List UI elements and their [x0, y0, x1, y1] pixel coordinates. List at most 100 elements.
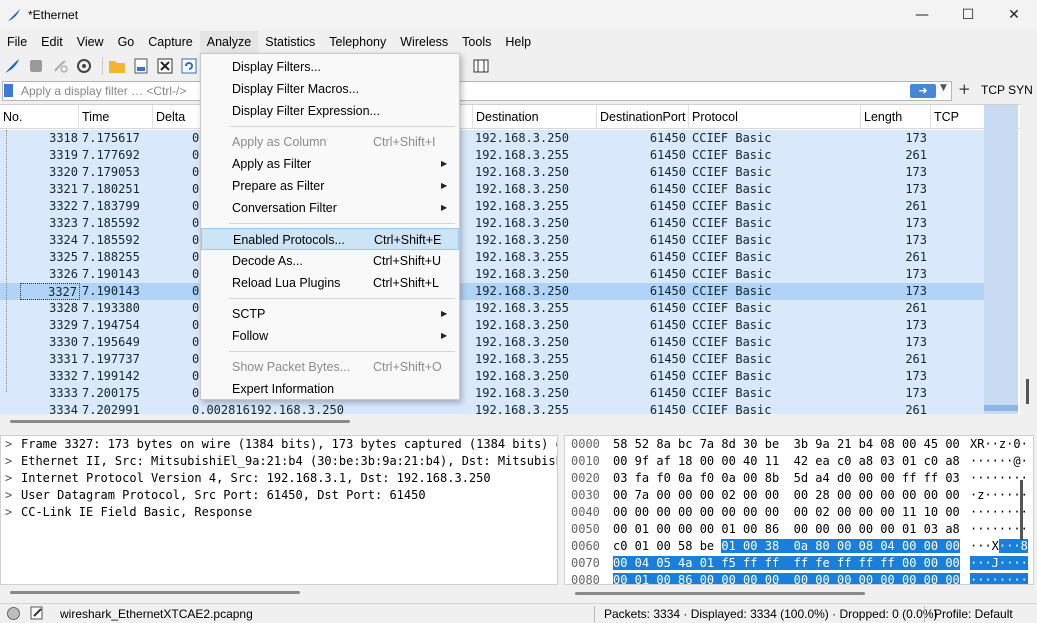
- add-filter-button-icon[interactable]: +: [958, 80, 971, 98]
- expand-chevron-icon[interactable]: >: [5, 487, 21, 504]
- bytes-vscrollbar[interactable]: [1020, 440, 1024, 580]
- filter-history-chevron-icon[interactable]: ▼: [940, 83, 947, 93]
- packet-row[interactable]: 3326 7.190143 0 192.168.3.250 61450 CCIEF Bas…: [0, 266, 984, 283]
- bytes-row[interactable]: 0020 03 fa f0 0a f0 0a 00 8b 5d a4 d0 00 …: [565, 470, 1033, 487]
- packet-list-minimap[interactable]: [984, 105, 1018, 414]
- packet-list-hscrollbar-thumb[interactable]: [10, 420, 350, 423]
- bytes-row[interactable]: 0050 00 01 00 00 00 01 00 86 00 00 00 00 …: [565, 521, 1033, 538]
- minimap-viewport[interactable]: [984, 405, 1018, 411]
- column-header-no[interactable]: No.: [0, 105, 78, 129]
- capture-comment-icon[interactable]: [30, 606, 44, 620]
- bytes-hex[interactable]: 00 9f af 18 00 00 40 11 42 ea c0 a8 03 0…: [613, 453, 960, 470]
- expand-chevron-icon[interactable]: >: [5, 470, 21, 487]
- menu-go[interactable]: Go: [111, 31, 142, 53]
- packet-row[interactable]: 3329 7.194754 0 192.168.3.250 61450 CCIEF Bas…: [0, 317, 984, 334]
- menu-edit[interactable]: Edit: [34, 31, 70, 53]
- bytes-row[interactable]: 0030 00 7a 00 00 00 02 00 00 00 28 00 00 …: [565, 487, 1033, 504]
- bytes-hex[interactable]: 00 01 00 00 00 01 00 86 00 00 00 00 00 0…: [613, 521, 960, 538]
- menu-item-decode-as[interactable]: Decode As... Ctrl+Shift+U: [201, 250, 459, 272]
- bytes-hex[interactable]: 03 fa f0 0a f0 0a 00 8b 5d a4 d0 00 00 f…: [613, 470, 960, 487]
- display-filter-input[interactable]: Apply a display filter … <Ctrl-/>: [2, 81, 952, 101]
- profile-status[interactable]: Profile: Default: [934, 607, 1013, 621]
- packet-row[interactable]: 3333 7.200175 0 192.168.3.250 61450 CCIEF Bas…: [0, 385, 984, 402]
- packet-row[interactable]: 3322 7.183799 0 192.168.3.255 61450 CCIEF Bas…: [0, 198, 984, 215]
- menu-telephony[interactable]: Telephony: [322, 31, 393, 53]
- menu-item-expert-information[interactable]: Expert Information: [201, 378, 459, 400]
- menu-tools[interactable]: Tools: [455, 31, 498, 53]
- capture-options-icon[interactable]: [74, 56, 94, 76]
- bytes-row[interactable]: 0040 00 00 00 00 00 00 00 00 00 02 00 00 …: [565, 504, 1033, 521]
- detail-row-udp[interactable]: > User Datagram Protocol, Src Port: 61450…: [1, 487, 557, 504]
- menu-item-display-filter-macros[interactable]: Display Filter Macros...: [201, 78, 459, 100]
- start-capture-icon[interactable]: [2, 56, 22, 76]
- menu-statistics[interactable]: Statistics: [258, 31, 322, 53]
- menu-item-reload-lua-plugins[interactable]: Reload Lua Plugins Ctrl+Shift+L: [201, 272, 459, 294]
- bytes-row[interactable]: 0070 00 04 05 4a 01 f5 ff ff ff fe ff ff …: [565, 555, 1033, 572]
- expert-info-status-icon[interactable]: [7, 607, 20, 620]
- menu-wireless[interactable]: Wireless: [393, 31, 455, 53]
- resize-columns-icon[interactable]: [471, 56, 491, 76]
- bytes-row[interactable]: 0010 00 9f af 18 00 00 40 11 42 ea c0 a8 …: [565, 453, 1033, 470]
- column-header-destination-port[interactable]: DestinationPort: [596, 105, 688, 129]
- reload-file-icon[interactable]: [179, 56, 199, 76]
- menu-item-display-filters[interactable]: Display Filters...: [201, 56, 459, 78]
- expand-chevron-icon[interactable]: >: [5, 504, 21, 521]
- menu-item-sctp[interactable]: SCTP ▶: [201, 303, 459, 325]
- column-header-protocol[interactable]: Protocol: [688, 105, 860, 129]
- column-header-tcp-segment[interactable]: TCP Segn: [930, 105, 984, 148]
- stop-capture-icon[interactable]: [26, 56, 46, 76]
- packet-row[interactable]: 3325 7.188255 0 192.168.3.255 61450 CCIEF Bas…: [0, 249, 984, 266]
- restart-capture-icon[interactable]: [50, 56, 70, 76]
- column-header-destination[interactable]: Destination: [472, 105, 596, 129]
- maximize-button[interactable]: ☐: [945, 0, 991, 30]
- menu-item-display-filter-expression[interactable]: Display Filter Expression...: [201, 100, 459, 122]
- open-file-icon[interactable]: [107, 56, 127, 76]
- bytes-hex[interactable]: 00 04 05 4a 01 f5 ff ff ff fe ff ff ff 0…: [613, 555, 960, 572]
- bytes-hex[interactable]: 00 7a 00 00 00 02 00 00 00 28 00 00 00 0…: [613, 487, 960, 504]
- bytes-row[interactable]: 0000 58 52 8a bc 7a 8d 30 be 3b 9a 21 b4 …: [565, 436, 1033, 453]
- minimize-button[interactable]: —: [899, 0, 945, 30]
- tcp-syn-filter-button[interactable]: TCP SYN: [981, 83, 1033, 97]
- menu-file[interactable]: File: [0, 31, 34, 53]
- column-header-time[interactable]: Time: [78, 105, 152, 129]
- menu-item-conversation-filter[interactable]: Conversation Filter ▶: [201, 197, 459, 219]
- menu-item-follow[interactable]: Follow ▶: [201, 325, 459, 347]
- packet-list-hscrollbar[interactable]: [0, 416, 1020, 426]
- packet-row[interactable]: 3321 7.180251 0 192.168.3.250 61450 CCIEF Bas…: [0, 181, 984, 198]
- packet-row[interactable]: 3331 7.197737 0 192.168.3.255 61450 CCIEF Bas…: [0, 351, 984, 368]
- save-file-icon[interactable]: [131, 56, 151, 76]
- details-hscrollbar[interactable]: [0, 588, 558, 598]
- menu-analyze[interactable]: Analyze: [199, 31, 259, 53]
- menu-help[interactable]: Help: [498, 31, 538, 53]
- packet-row[interactable]: 3328 7.193380 0 192.168.3.255 61450 CCIEF Bas…: [0, 300, 984, 317]
- apply-filter-arrow-icon[interactable]: ➜: [910, 84, 936, 98]
- detail-row-cclink[interactable]: > CC-Link IE Field Basic, Response: [1, 504, 557, 521]
- bytes-vscrollbar-thumb[interactable]: [1020, 480, 1023, 540]
- detail-row-ethernet[interactable]: > Ethernet II, Src: MitsubishiEl_9a:21:b4…: [1, 453, 557, 470]
- packet-row[interactable]: 3330 7.195649 0 192.168.3.250 61450 CCIEF Bas…: [0, 334, 984, 351]
- packet-row[interactable]: 3323 7.185592 0 192.168.3.250 61450 CCIEF Bas…: [0, 215, 984, 232]
- packet-row[interactable]: 3332 7.199142 0 192.168.3.250 61450 CCIEF Bas…: [0, 368, 984, 385]
- bytes-row[interactable]: 0060 c0 01 00 58 be 01 00 38 0a 80 00 08 …: [565, 538, 1033, 555]
- column-header-length[interactable]: Length: [860, 105, 930, 129]
- menu-item-show-packet-bytes[interactable]: Show Packet Bytes... Ctrl+Shift+O: [201, 356, 459, 378]
- bytes-hscrollbar-thumb[interactable]: [575, 592, 865, 595]
- close-file-icon[interactable]: [155, 56, 175, 76]
- details-hscrollbar-thumb[interactable]: [10, 591, 300, 594]
- close-button[interactable]: ✕: [991, 0, 1037, 30]
- bytes-hex[interactable]: 58 52 8a bc 7a 8d 30 be 3b 9a 21 b4 08 0…: [613, 436, 960, 453]
- menu-view[interactable]: View: [70, 31, 111, 53]
- bytes-hex[interactable]: c0 01 00 58 be 01 00 38 0a 80 00 08 04 0…: [613, 538, 960, 555]
- menu-capture[interactable]: Capture: [141, 31, 199, 53]
- detail-row-frame[interactable]: > Frame 3327: 173 bytes on wire (1384 bit…: [1, 436, 557, 453]
- packet-row[interactable]: 3318 7.175617 0 192.168.3.250 61450 CCIEF Bas…: [0, 130, 984, 147]
- bytes-hex[interactable]: 00 00 00 00 00 00 00 00 00 02 00 00 00 1…: [613, 504, 960, 521]
- packet-row[interactable]: 3320 7.179053 0 192.168.3.250 61450 CCIEF Bas…: [0, 164, 984, 181]
- filter-bookmark-icon[interactable]: [4, 84, 13, 97]
- packet-row[interactable]: 3327 7.190143 0 192.168.3.250 61450 CCIEF Bas…: [0, 283, 984, 300]
- column-header-delta[interactable]: Delta: [152, 105, 200, 129]
- expand-chevron-icon[interactable]: >: [5, 436, 21, 453]
- expand-chevron-icon[interactable]: >: [5, 453, 21, 470]
- bytes-row[interactable]: 0080 00 01 00 86 00 00 00 00 00 00 00 00 …: [565, 572, 1033, 584]
- packet-row[interactable]: 3324 7.185592 0 192.168.3.250 61450 CCIEF Bas…: [0, 232, 984, 249]
